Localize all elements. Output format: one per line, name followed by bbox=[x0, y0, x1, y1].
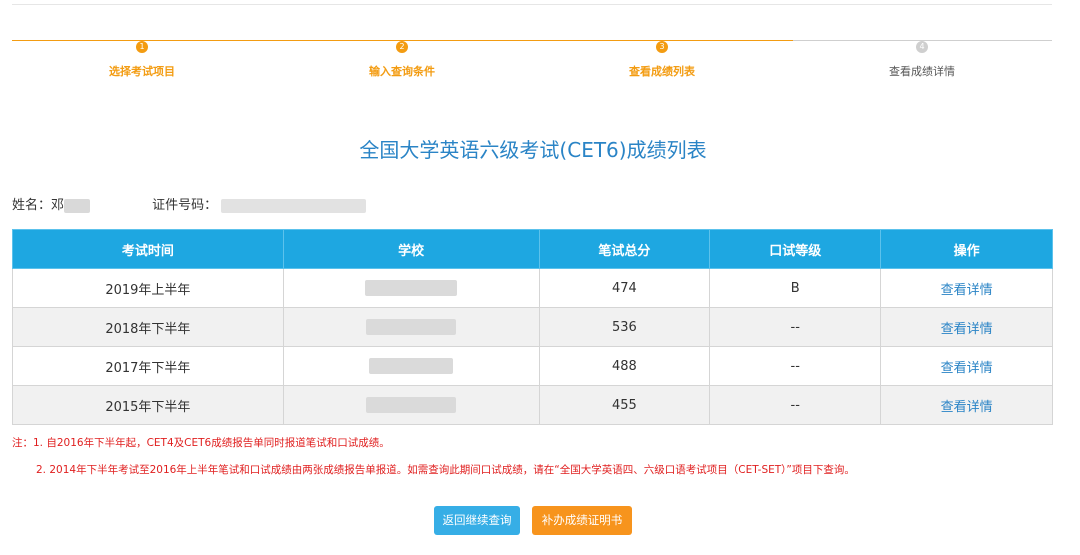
page-title: 全国大学英语六级考试(CET6)成绩列表 bbox=[359, 138, 707, 162]
cell-action: 查看详情 bbox=[880, 385, 1053, 425]
step-2-number: 2 bbox=[396, 41, 408, 53]
name-value: 邓 bbox=[51, 198, 65, 213]
table-header-row: 考试时间 学校 笔试总分 口试等级 操作 bbox=[12, 229, 1053, 269]
view-details-link[interactable]: 查看详情 bbox=[941, 322, 993, 337]
table-row: 2019年上半年 474 B 查看详情 bbox=[12, 268, 1053, 308]
school-redacted bbox=[369, 358, 454, 374]
step-4-label: 查看成绩详情 bbox=[889, 65, 955, 78]
id-label: 证件号码： bbox=[152, 198, 218, 213]
step-2-label: 输入查询条件 bbox=[369, 65, 435, 78]
cell-score: 536 bbox=[538, 307, 711, 347]
cell-exam-time: 2017年下半年 bbox=[12, 346, 284, 386]
school-redacted bbox=[365, 280, 458, 296]
cell-score: 488 bbox=[538, 346, 711, 386]
id-redacted bbox=[221, 198, 367, 213]
cell-school bbox=[282, 346, 540, 386]
step-1[interactable]: 1 选择考试项目 bbox=[12, 34, 272, 79]
header-action: 操作 bbox=[880, 229, 1053, 269]
cell-exam-time: 2019年上半年 bbox=[12, 268, 284, 308]
step-3-number: 3 bbox=[656, 41, 668, 53]
school-redacted bbox=[366, 397, 457, 413]
cell-oral: -- bbox=[709, 307, 882, 347]
cell-oral: B bbox=[709, 268, 882, 308]
candidate-info: 姓名：邓 证件号码： bbox=[12, 194, 367, 213]
header-written-score: 笔试总分 bbox=[538, 229, 711, 269]
step-1-label: 选择考试项目 bbox=[109, 65, 175, 78]
step-2[interactable]: 2 输入查询条件 bbox=[272, 34, 532, 79]
cell-action: 查看详情 bbox=[880, 268, 1053, 308]
table-row: 2017年下半年 488 -- 查看详情 bbox=[12, 346, 1053, 386]
view-details-link[interactable]: 查看详情 bbox=[941, 361, 993, 376]
step-4-number: 4 bbox=[916, 41, 928, 53]
cell-score: 474 bbox=[538, 268, 711, 308]
name-label: 姓名： bbox=[12, 198, 52, 213]
cell-exam-time: 2018年下半年 bbox=[12, 307, 284, 347]
step-3[interactable]: 3 查看成绩列表 bbox=[532, 34, 792, 79]
note-1: 注：1. 自2016年下半年起，CET4及CET6成绩报告单同时报道笔试和口试成… bbox=[12, 437, 390, 449]
step-1-number: 1 bbox=[136, 41, 148, 53]
reissue-certificate-button[interactable]: 补办成绩证明书 bbox=[532, 506, 632, 535]
header-oral-grade: 口试等级 bbox=[709, 229, 882, 269]
score-table: 考试时间 学校 笔试总分 口试等级 操作 2019年上半年 474 B 查看详情… bbox=[12, 229, 1053, 425]
progress-stepper: 1 选择考试项目 2 输入查询条件 3 查看成绩列表 4 查看成绩详情 bbox=[12, 34, 1052, 78]
top-divider bbox=[12, 4, 1052, 5]
note-2: 2. 2014年下半年考试至2016年上半年笔试和口试成绩由两张成绩报告单报道。… bbox=[36, 464, 855, 476]
header-exam-time: 考试时间 bbox=[12, 229, 284, 269]
cell-oral: -- bbox=[709, 385, 882, 425]
cell-action: 查看详情 bbox=[880, 307, 1053, 347]
cell-oral: -- bbox=[709, 346, 882, 386]
notes: 注：1. 自2016年下半年起，CET4及CET6成绩报告单同时报道笔试和口试成… bbox=[12, 430, 855, 484]
step-4: 4 查看成绩详情 bbox=[792, 34, 1052, 79]
header-school: 学校 bbox=[282, 229, 540, 269]
back-continue-query-button[interactable]: 返回继续查询 bbox=[434, 506, 520, 535]
view-details-link[interactable]: 查看详情 bbox=[941, 283, 993, 298]
cell-school bbox=[282, 385, 540, 425]
cell-exam-time: 2015年下半年 bbox=[12, 385, 284, 425]
view-details-link[interactable]: 查看详情 bbox=[941, 400, 993, 415]
cell-school bbox=[282, 307, 540, 347]
cell-school bbox=[282, 268, 540, 308]
step-3-label: 查看成绩列表 bbox=[629, 65, 695, 78]
cell-score: 455 bbox=[538, 385, 711, 425]
name-redacted bbox=[64, 198, 91, 213]
table-row: 2018年下半年 536 -- 查看详情 bbox=[12, 307, 1053, 347]
school-redacted bbox=[366, 319, 457, 335]
cell-action: 查看详情 bbox=[880, 346, 1053, 386]
table-row: 2015年下半年 455 -- 查看详情 bbox=[12, 385, 1053, 425]
